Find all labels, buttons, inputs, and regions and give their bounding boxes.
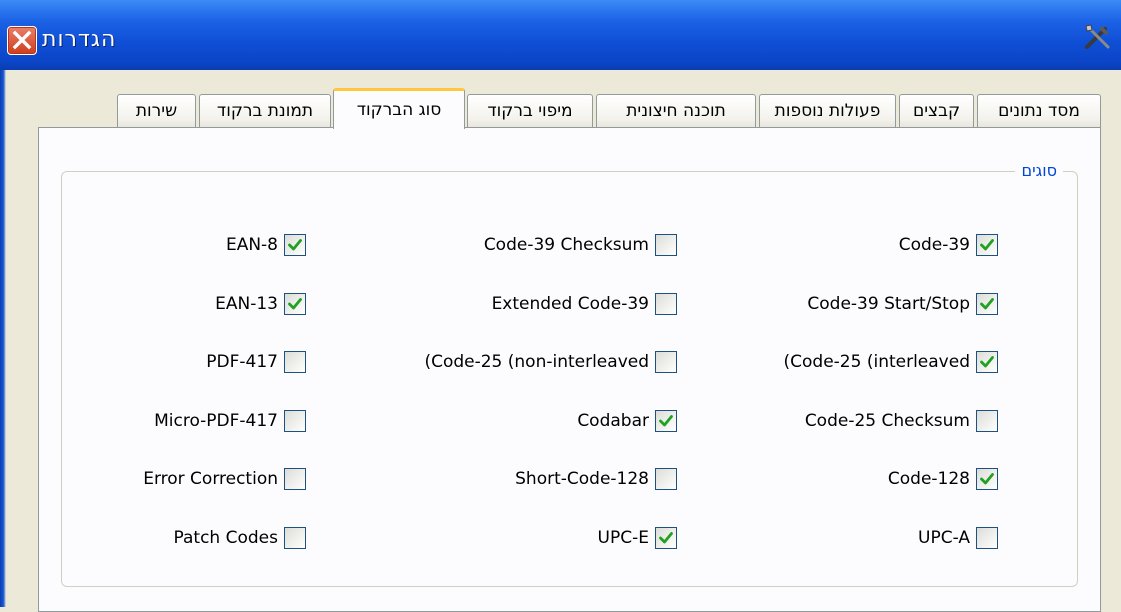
check-icon — [288, 239, 302, 251]
checkbox-label: Patch Codes — [173, 528, 278, 548]
group-title: סוגים — [1015, 160, 1063, 182]
checkbox[interactable] — [655, 468, 677, 490]
checkbox-row-upca[interactable]: UPC-A — [918, 525, 998, 551]
check-icon — [980, 298, 994, 310]
check-icon — [288, 298, 302, 310]
checkbox-label: Error Correction — [143, 469, 278, 489]
checkbox-label: Micro-PDF-417 — [154, 411, 278, 431]
checkbox[interactable] — [284, 234, 306, 256]
checkbox-label: Code-25 Checksum — [804, 411, 970, 431]
checkbox-label: Extended Code-39 — [491, 294, 649, 314]
checkbox-label: Short-Code-128 — [515, 469, 649, 489]
checkbox[interactable] — [284, 293, 306, 315]
tab-database[interactable]: מסד נתונים — [977, 94, 1101, 128]
checkbox[interactable] — [976, 351, 998, 373]
checkbox-row-code25-interleaved[interactable]: (Code-25 (interleaved — [784, 349, 998, 375]
checkbox-row-code128[interactable]: Code-128 — [888, 466, 998, 492]
checkbox-label: Codabar — [577, 411, 649, 431]
checkbox-row-upce[interactable]: UPC-E — [598, 525, 677, 551]
checkbox-row-code39-checksum[interactable]: Code-39 Checksum — [484, 232, 677, 258]
checkbox-label: Code-39 Checksum — [483, 235, 649, 255]
tab-files[interactable]: קבצים — [899, 94, 974, 128]
checkbox-row-ean8[interactable]: EAN-8 — [226, 232, 306, 258]
check-icon — [980, 239, 994, 251]
checkbox[interactable] — [976, 234, 998, 256]
checkbox-label: (Code-25 (non-interleaved — [424, 352, 649, 372]
close-icon — [12, 30, 32, 50]
checkbox-row-pdf417[interactable]: PDF-417 — [206, 349, 306, 375]
checkbox-row-code39[interactable]: Code-39 — [899, 232, 998, 258]
checkbox-label: UPC-A — [918, 528, 970, 548]
checkbox[interactable] — [976, 293, 998, 315]
checkbox-row-patch-codes[interactable]: Patch Codes — [174, 525, 306, 551]
checkbox-row-code39-startstop[interactable]: Code-39 Start/Stop — [807, 291, 998, 317]
window-client: מסד נתונים קבצים פעולות נוספות תוכנה חיצ… — [0, 70, 1121, 612]
checkbox[interactable] — [284, 468, 306, 490]
checkbox-label: EAN-13 — [215, 294, 278, 314]
window-border — [0, 70, 6, 607]
tab-additional-actions[interactable]: פעולות נוספות — [759, 94, 896, 128]
check-icon — [980, 356, 994, 368]
checkbox[interactable] — [655, 234, 677, 256]
checkbox-label: EAN-8 — [225, 235, 278, 255]
checkbox-label: (Code-25 (interleaved — [783, 352, 970, 372]
types-group: סוגים Code-39 Code-39 Start/Stop (Code-2… — [61, 160, 1078, 587]
checkbox-row-code25-noninterleaved[interactable]: (Code-25 (non-interleaved — [424, 349, 677, 375]
check-icon — [980, 473, 994, 485]
checkbox-row-extended-code39[interactable]: Extended Code-39 — [492, 291, 677, 317]
tab-barcode-mapping[interactable]: מיפוי ברקוד — [467, 94, 593, 128]
checkbox-row-codabar[interactable]: Codabar — [577, 408, 677, 434]
checkbox[interactable] — [655, 527, 677, 549]
checkbox-row-ean13[interactable]: EAN-13 — [215, 291, 306, 317]
checkbox-label: Code-39 — [898, 235, 970, 255]
window-title: הגדרות — [42, 27, 117, 52]
checkbox[interactable] — [284, 527, 306, 549]
checkbox[interactable] — [976, 410, 998, 432]
checkbox[interactable] — [655, 410, 677, 432]
checkbox-label: Code-39 Start/Stop — [807, 294, 970, 314]
title-bar: הגדרות — [0, 0, 1121, 70]
checkbox[interactable] — [976, 527, 998, 549]
checkbox[interactable] — [284, 410, 306, 432]
tools-icon[interactable] — [1083, 22, 1113, 52]
tab-barcode-image[interactable]: תמונת ברקוד — [199, 94, 331, 128]
checkbox-row-code25-checksum[interactable]: Code-25 Checksum — [805, 408, 998, 434]
tab-external-software[interactable]: תוכנה חיצונית — [596, 94, 756, 128]
checkbox[interactable] — [976, 468, 998, 490]
checkbox-label: UPC-E — [597, 528, 649, 548]
checkbox[interactable] — [655, 351, 677, 373]
checkbox[interactable] — [284, 351, 306, 373]
tab-service[interactable]: שירות — [117, 94, 196, 128]
checkbox-row-short-code128[interactable]: Short-Code-128 — [515, 466, 677, 492]
checkbox-row-micro-pdf417[interactable]: Micro-PDF-417 — [154, 408, 306, 434]
check-icon — [659, 532, 673, 544]
checkbox-label: Code-128 — [887, 469, 970, 489]
checkbox-row-error-correction[interactable]: Error Correction — [143, 466, 306, 492]
checkbox-label: PDF-417 — [206, 352, 278, 372]
checkbox[interactable] — [655, 293, 677, 315]
check-icon — [659, 415, 673, 427]
tab-panel-barcode-type: סוגים Code-39 Code-39 Start/Stop (Code-2… — [38, 127, 1101, 612]
close-button[interactable] — [7, 26, 37, 55]
tab-barcode-type[interactable]: סוג הברקוד — [333, 88, 465, 129]
